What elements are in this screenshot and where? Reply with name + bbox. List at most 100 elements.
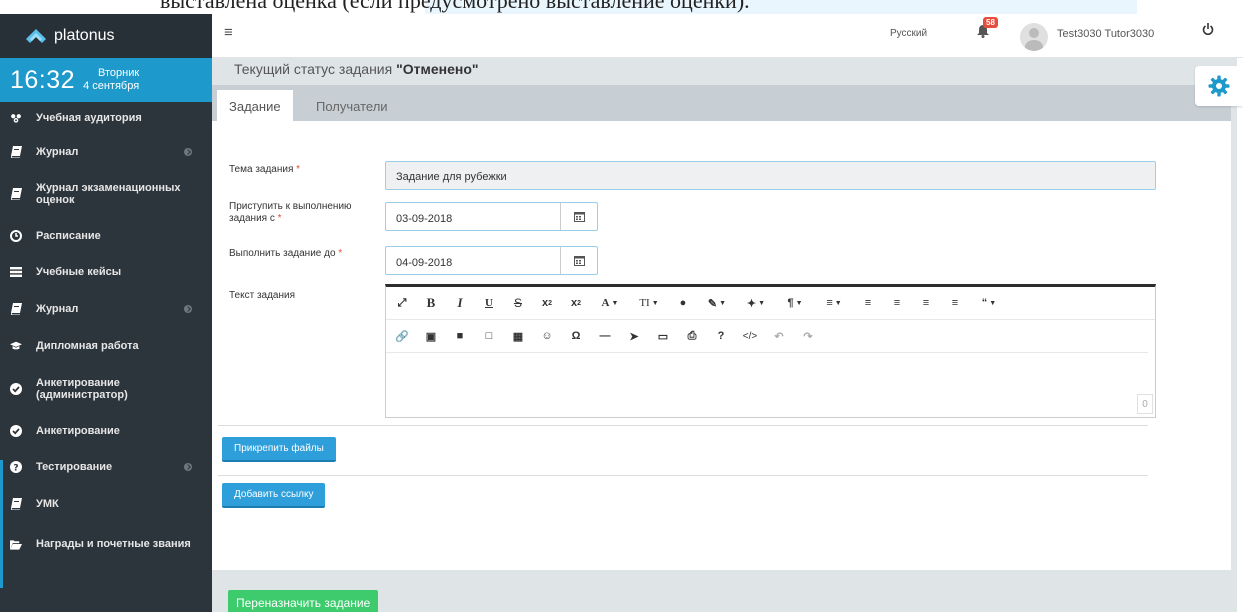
start-date-label: Приступить к выполнению задания с *	[229, 201, 379, 225]
sidebar-item-testing[interactable]: ? Тестирование	[0, 448, 212, 486]
editor-toolbar-row-2: 🔗 ▣ ■ □ ▦ ☺ Ω — ➤ ▭ ⎙ ? </> ↶ ↷	[386, 320, 1148, 353]
chevron-right-icon	[184, 148, 192, 156]
book-icon	[10, 498, 22, 510]
italic-icon[interactable]: I	[448, 293, 472, 313]
power-icon[interactable]	[1202, 23, 1214, 41]
task-panel: Задание Получатели Тема задания * Задани…	[212, 85, 1231, 570]
subscript-icon[interactable]: x2	[535, 293, 559, 313]
sidebar-item-schedule[interactable]: Расписание	[0, 218, 212, 254]
language-selector[interactable]: Русский	[890, 28, 927, 39]
due-date-field[interactable]: 04-09-2018	[385, 246, 598, 275]
paragraph-icon[interactable]: ¶ ▼	[778, 293, 812, 313]
horizontal-line-icon[interactable]: —	[593, 326, 617, 346]
sidebar-item-diploma[interactable]: Дипломная работа	[0, 328, 212, 364]
editor-text-area[interactable]	[386, 356, 1155, 418]
strikethrough-icon[interactable]: S	[506, 293, 530, 313]
sidebar-item-journal[interactable]: Журнал	[0, 134, 212, 170]
special-character-icon[interactable]: Ω	[564, 326, 588, 346]
sidebar-item-umk[interactable]: УМК	[0, 486, 212, 522]
outdent-icon[interactable]: ≡	[914, 293, 938, 313]
sidebar-item-label: Учебная аудитория	[36, 112, 142, 124]
svg-text:?: ?	[13, 464, 18, 474]
attach-files-button[interactable]: Прикрепить файлы	[222, 437, 336, 462]
start-date-field[interactable]: 03-09-2018	[385, 202, 598, 231]
align-icon[interactable]: ≡ ▼	[817, 293, 851, 313]
superscript-icon[interactable]: x2	[564, 293, 588, 313]
redo-icon[interactable]: ↷	[796, 326, 820, 346]
unordered-list-icon[interactable]: ≡	[885, 293, 909, 313]
start-date-value[interactable]: 03-09-2018	[386, 203, 561, 230]
calendar-icon[interactable]	[561, 203, 597, 230]
sidebar-item-awards[interactable]: Награды и почетные звания	[0, 522, 212, 566]
sidebar-item-cases[interactable]: Учебные кейсы	[0, 254, 212, 290]
magic-wand-icon[interactable]: ✦ ▼	[739, 293, 773, 313]
help-icon[interactable]: ?	[709, 326, 733, 346]
logo-text: platonus	[54, 27, 115, 44]
sidebar-item-label: УМК	[36, 498, 59, 510]
sidebar-item-survey[interactable]: Анкетирование	[0, 414, 212, 448]
sidebar-item-survey-admin[interactable]: Анкетирование (администратор)	[0, 364, 212, 414]
due-date-value[interactable]: 04-09-2018	[386, 247, 561, 274]
required-mark: *	[338, 248, 343, 259]
image-icon[interactable]: ▣	[419, 326, 443, 346]
quote-icon[interactable]: “▼	[972, 293, 1006, 313]
book-icon	[10, 303, 22, 315]
font-family-icon[interactable]: A ▼	[593, 293, 627, 313]
settings-gear-button[interactable]	[1195, 66, 1243, 106]
tab-recipients[interactable]: Получатели	[304, 90, 400, 121]
select-all-icon[interactable]: ➤	[622, 326, 646, 346]
topic-field[interactable]: Задание для рубежки	[385, 161, 1156, 190]
avatar[interactable]	[1020, 23, 1048, 51]
character-counter: 0	[1137, 394, 1153, 414]
logo[interactable]: platonus	[0, 14, 212, 58]
question-circle-icon: ?	[10, 461, 22, 473]
check-circle-icon	[10, 383, 22, 395]
clock-widget: 16:32 Вторник 4 сентября	[0, 58, 212, 102]
divider	[218, 425, 1148, 426]
ordered-list-icon[interactable]: ≡	[856, 293, 880, 313]
bold-icon[interactable]: B	[419, 293, 443, 313]
code-view-icon[interactable]: </>	[738, 326, 762, 346]
calendar-icon[interactable]	[561, 247, 597, 274]
reassign-task-button[interactable]: Переназначить задание	[228, 590, 379, 612]
table-icon[interactable]: ▦	[506, 326, 530, 346]
sidebar-item-exam-journal[interactable]: Журнал экзаменационных оценок	[0, 170, 212, 218]
sidebar-item-label: Дипломная работа	[36, 340, 139, 352]
link-icon[interactable]: 🔗	[390, 326, 414, 346]
divider	[218, 475, 1148, 476]
top-header: ≡ Русский 58 Test3030 Tutor3030	[212, 14, 1243, 58]
undo-icon[interactable]: ↶	[767, 326, 791, 346]
hamburger-menu-icon[interactable]: ≡	[224, 24, 233, 41]
topic-label: Тема задания *	[229, 164, 300, 176]
sidebar-menu: Учебная аудитория Журнал Журнал экзамена…	[0, 102, 212, 566]
clock-weekday: Вторник	[98, 67, 140, 79]
editor-toolbar-row-1: ⤢ B I U S x2 x2 A ▼ TI ▼ ● ✎ ▼ ✦ ▼ ¶ ▼ ≡ ▼ ≡ ≡…	[386, 287, 1155, 320]
font-size-icon[interactable]: TI ▼	[632, 293, 666, 313]
brush-icon[interactable]: ✎ ▼	[700, 293, 734, 313]
sidebar-item-classroom[interactable]: Учебная аудитория	[0, 102, 212, 134]
color-drop-icon[interactable]: ●	[671, 293, 695, 313]
required-mark: *	[296, 164, 301, 175]
emoticon-icon[interactable]: ☺	[535, 326, 559, 346]
add-link-button[interactable]: Добавить ссылку	[222, 483, 326, 508]
tab-task[interactable]: Задание	[217, 90, 293, 121]
clock-time: 16:32	[10, 65, 76, 94]
video-icon[interactable]: ■	[448, 326, 472, 346]
platonus-logo-icon	[26, 29, 46, 43]
indent-icon[interactable]: ≡	[943, 293, 967, 313]
page-scrollbar[interactable]	[1237, 58, 1243, 612]
file-icon[interactable]: □	[477, 326, 501, 346]
list-icon	[10, 266, 22, 278]
underline-icon[interactable]: U	[477, 293, 501, 313]
clock-date: Вторник 4 сентября	[83, 67, 139, 93]
book-icon	[10, 188, 22, 200]
print-icon[interactable]: ⎙	[680, 326, 704, 346]
eraser-icon[interactable]: ▭	[651, 326, 675, 346]
user-name[interactable]: Test3030 Tutor3030	[1057, 28, 1154, 40]
required-mark: *	[277, 213, 282, 224]
tab-bar: Задание Получатели	[212, 85, 1231, 121]
sidebar-item-label: Тестирование	[36, 461, 113, 473]
topic-label-text: Тема задания	[229, 164, 294, 175]
sidebar-item-journal-2[interactable]: Журнал	[0, 290, 212, 328]
fullscreen-icon[interactable]: ⤢	[390, 293, 414, 313]
